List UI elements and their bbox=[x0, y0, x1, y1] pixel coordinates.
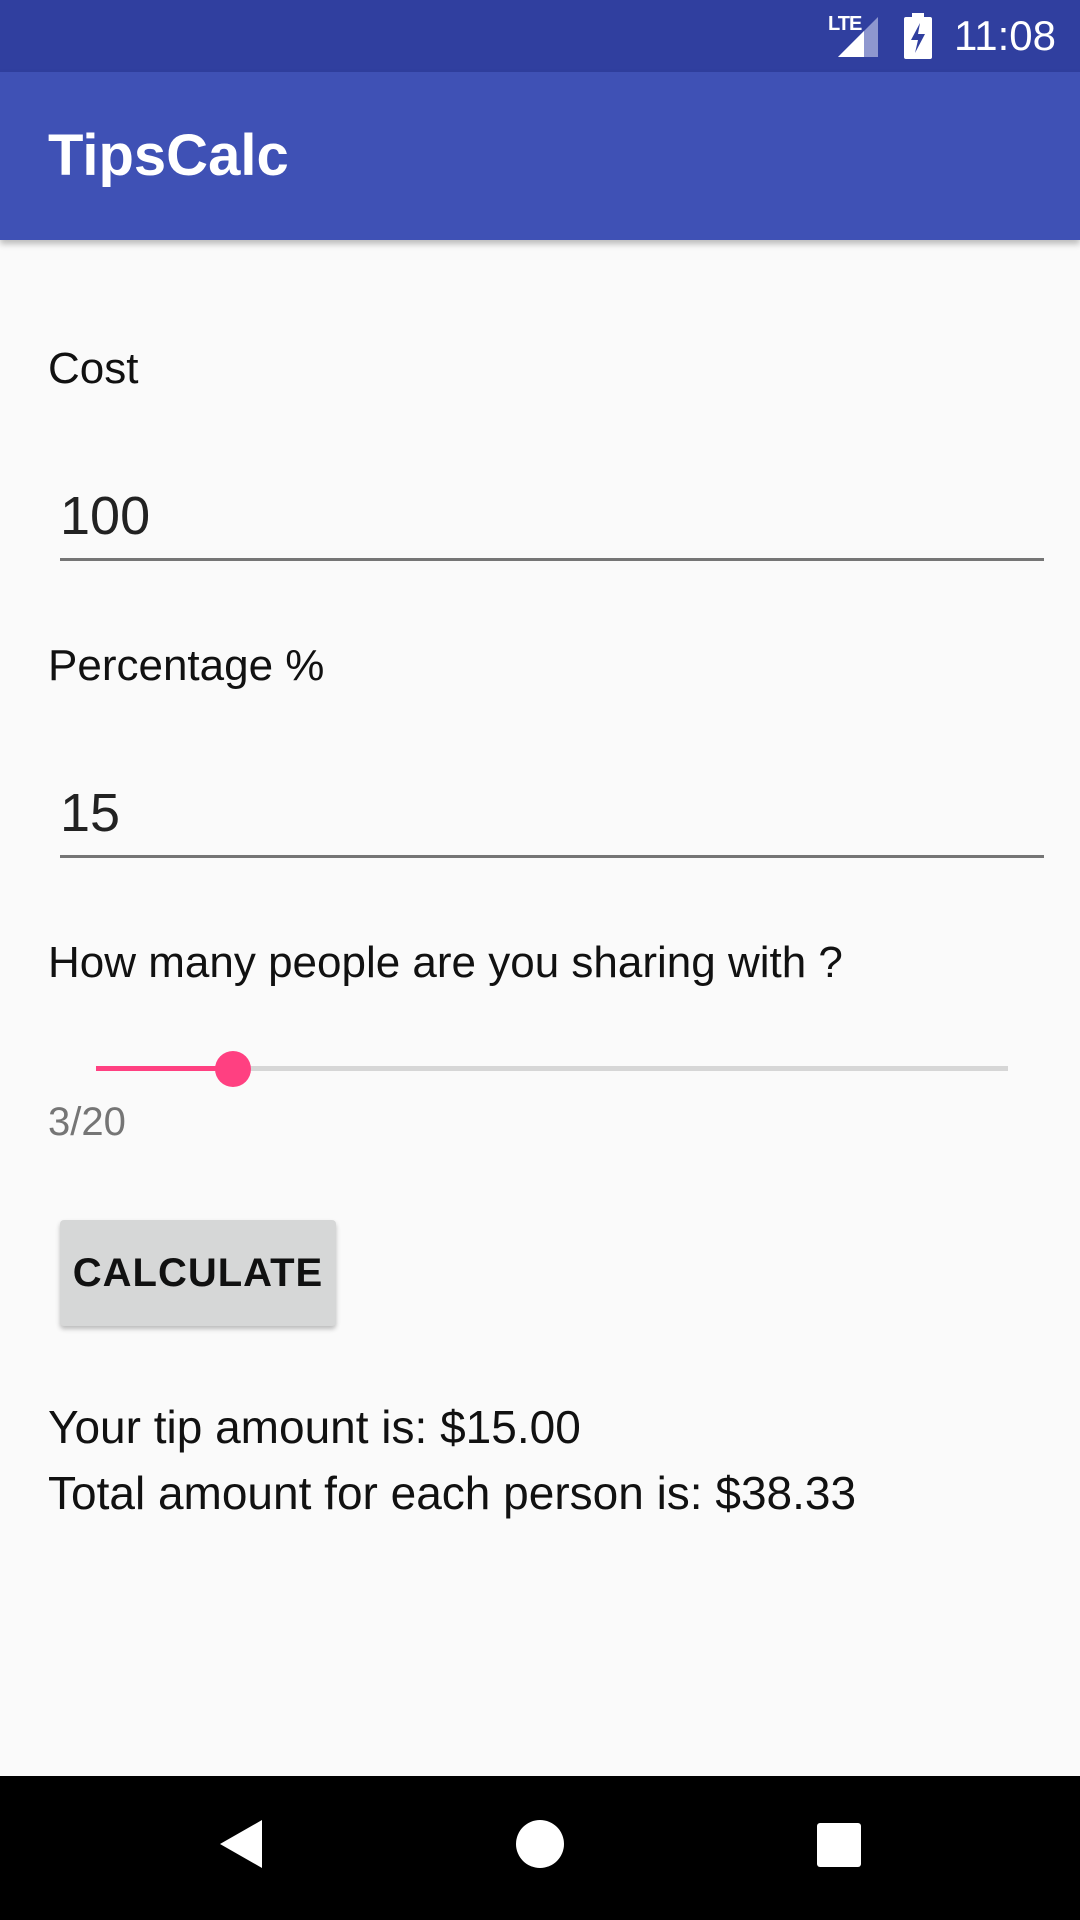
app-title: TipsCalc bbox=[48, 123, 289, 188]
status-bar: LTE 11:08 bbox=[0, 0, 1080, 72]
app-bar: TipsCalc bbox=[0, 72, 1080, 240]
percentage-field[interactable] bbox=[60, 775, 1044, 858]
status-time: 11:08 bbox=[954, 12, 1056, 59]
tip-amount-text: Your tip amount is: $15.00 bbox=[48, 1401, 581, 1453]
slider-track-fill bbox=[96, 1066, 233, 1071]
status-icons: LTE 11:08 bbox=[826, 0, 1056, 72]
cost-label: Cost bbox=[48, 344, 139, 393]
navigation-bar bbox=[0, 1776, 1080, 1920]
sharing-label: How many people are you sharing with ? bbox=[48, 938, 843, 987]
signal-icon: LTE bbox=[826, 13, 882, 59]
total-per-person-text: Total amount for each person is: $38.33 bbox=[48, 1467, 857, 1519]
home-icon[interactable] bbox=[514, 1818, 566, 1870]
cost-field[interactable] bbox=[60, 478, 1044, 561]
recents-icon[interactable] bbox=[816, 1822, 862, 1868]
people-slider[interactable] bbox=[96, 1051, 1008, 1087]
slider-value: 3/20 bbox=[48, 1100, 126, 1144]
slider-thumb[interactable] bbox=[214, 1051, 251, 1087]
percentage-input[interactable] bbox=[60, 775, 1044, 851]
calculate-button[interactable]: CALCULATE bbox=[60, 1220, 336, 1326]
percentage-label: Percentage % bbox=[48, 641, 325, 690]
battery-charging-icon bbox=[904, 13, 932, 59]
back-icon[interactable] bbox=[218, 1818, 264, 1870]
cost-input[interactable] bbox=[60, 478, 1044, 554]
